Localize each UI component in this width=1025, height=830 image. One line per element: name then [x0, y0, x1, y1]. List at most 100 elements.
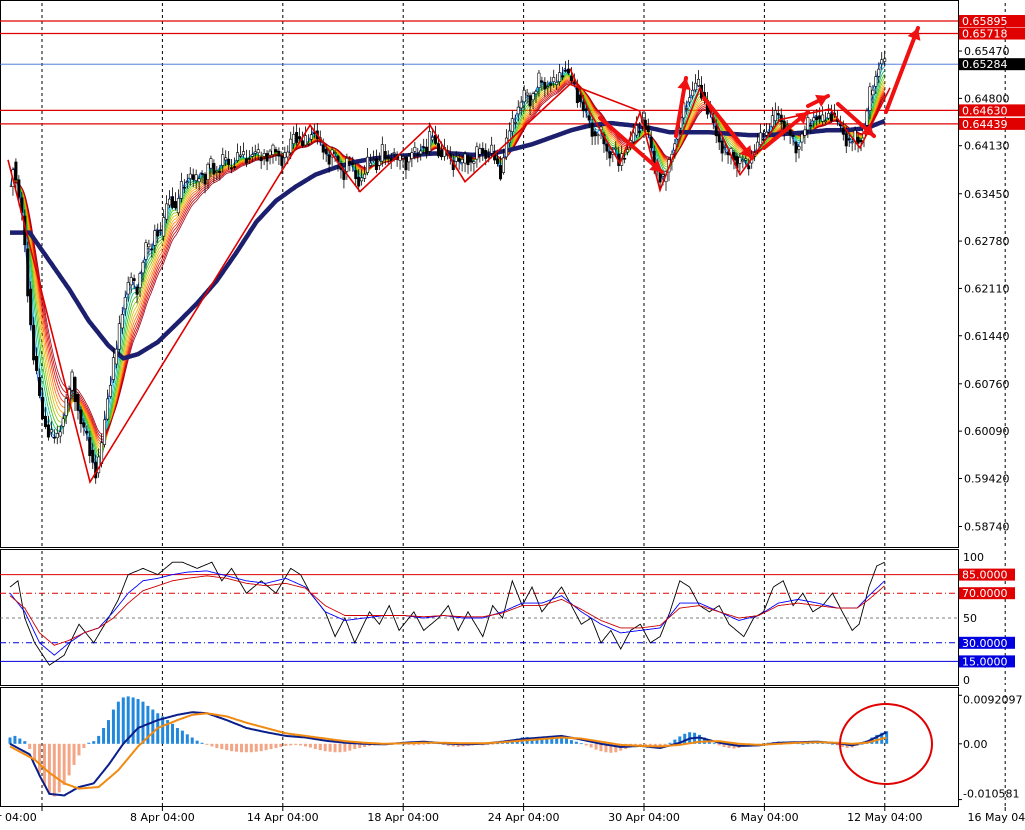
candle-body — [859, 139, 863, 143]
macd-panel[interactable]: 0.0092097 0.00 -0.010581 — [0, 687, 1025, 807]
candle-body — [499, 165, 503, 180]
candle-body — [280, 156, 284, 166]
macd-histogram-bar — [579, 743, 583, 745]
macd-histogram-bar — [589, 743, 593, 748]
macd-histogram-bar — [304, 743, 307, 747]
candle-body — [253, 151, 257, 154]
candle-body — [593, 131, 597, 137]
macd-histogram-bar — [67, 743, 71, 776]
trading-chart[interactable]: 100 50 0 85.0000 70.0000 30.0000 15.0000 0.009… — [0, 0, 1025, 830]
candle-body — [380, 144, 384, 162]
macd-histogram-bar — [239, 743, 243, 753]
macd-histogram-bar — [8, 737, 12, 744]
macd-histogram-bar — [574, 741, 578, 744]
price-tick-label: 0.63450 — [964, 188, 1010, 201]
macd-histogram-bar — [254, 743, 258, 752]
candle-body — [537, 72, 541, 88]
candle-body — [227, 158, 231, 165]
price-tick-label: 0.61440 — [964, 330, 1010, 343]
candle-body — [262, 153, 266, 157]
candle-body — [688, 97, 692, 103]
candle-body — [333, 152, 337, 154]
candle-body — [738, 157, 742, 164]
candle-body — [605, 143, 609, 152]
candle-body — [218, 170, 222, 174]
candle-body — [209, 158, 213, 169]
candle-body — [377, 160, 381, 166]
candle-body — [694, 82, 698, 91]
candle-body — [114, 348, 118, 365]
candle-body — [49, 429, 53, 433]
candle-body — [17, 179, 21, 198]
candle-body — [32, 324, 36, 361]
price-panel[interactable] — [0, 0, 1025, 548]
macd-histogram-bar — [220, 743, 224, 750]
candle-body — [439, 150, 443, 158]
candle-body — [880, 59, 884, 65]
price-tick-label: 0.65470 — [964, 45, 1010, 58]
candle-body — [546, 86, 550, 89]
candle-body — [726, 152, 730, 156]
candle-body — [91, 449, 95, 463]
oscillator-panel[interactable]: 100 50 0 85.0000 70.0000 30.0000 15.0000 — [0, 549, 1025, 688]
macd-histogram-bar — [47, 743, 51, 794]
candle-body — [301, 140, 305, 147]
price-axis: 0.654700.648000.641300.634500.627800.621… — [958, 15, 1025, 534]
macd-histogram-bar — [422, 743, 426, 745]
macd-histogram-bar — [190, 737, 194, 744]
candle-body — [516, 106, 520, 115]
candle-body — [590, 122, 594, 137]
candle-body — [168, 198, 172, 206]
macd-histogram-bar — [62, 743, 66, 785]
price-tick-label: 0.60760 — [964, 378, 1010, 391]
candle-body — [103, 419, 107, 445]
candle-body — [747, 165, 751, 170]
candle-body — [759, 132, 763, 145]
candle-body — [191, 174, 195, 180]
macd-histogram-bar — [274, 743, 278, 749]
macd-histogram-bar — [338, 743, 342, 753]
macd-histogram-bar — [333, 743, 337, 753]
candle-body — [436, 143, 440, 157]
candle-body — [460, 158, 464, 163]
candle-body — [794, 141, 798, 154]
level-price-label: 0.65718 — [962, 28, 1008, 41]
macd-histogram-bar — [215, 743, 219, 749]
candle-body — [510, 118, 514, 133]
candle-body — [156, 230, 160, 237]
candle-body — [345, 158, 349, 172]
candle-body — [303, 135, 307, 146]
macd-histogram-bar — [318, 743, 322, 751]
candle-body — [73, 377, 77, 403]
candle-body — [540, 80, 544, 83]
oscillator-level-label: 85.0000 — [962, 569, 1008, 582]
candle-body — [162, 217, 166, 237]
time-axis-label: 12 May 04:00 — [847, 811, 922, 824]
candle-body — [289, 138, 293, 154]
candle-body — [197, 178, 201, 183]
candle-body — [874, 76, 878, 87]
macd-histogram-bar — [230, 743, 234, 752]
candle-body — [528, 95, 532, 107]
macd-histogram-bar — [185, 734, 189, 744]
candle-body — [298, 136, 302, 140]
candle-body — [829, 113, 833, 121]
macd-histogram-bar — [57, 743, 61, 793]
macd-histogram-bar — [42, 743, 46, 786]
candle-body — [398, 155, 402, 161]
macd-histogram-bar — [417, 743, 421, 745]
candle-body — [463, 153, 467, 164]
macd-tick-label: 0.00 — [963, 738, 988, 751]
candle-body — [283, 152, 287, 158]
candle-body — [472, 161, 476, 164]
macd-histogram-bar — [171, 723, 175, 744]
price-tick-label: 0.62780 — [964, 235, 1010, 248]
candle-body — [247, 158, 251, 160]
oscillator-level-label: 70.0000 — [962, 587, 1008, 600]
macd-histogram-bar — [225, 743, 229, 751]
candle-body — [230, 167, 234, 170]
candle-body — [295, 131, 299, 143]
candle-body — [522, 89, 526, 103]
candle-body — [159, 229, 163, 232]
candle-body — [14, 161, 18, 181]
